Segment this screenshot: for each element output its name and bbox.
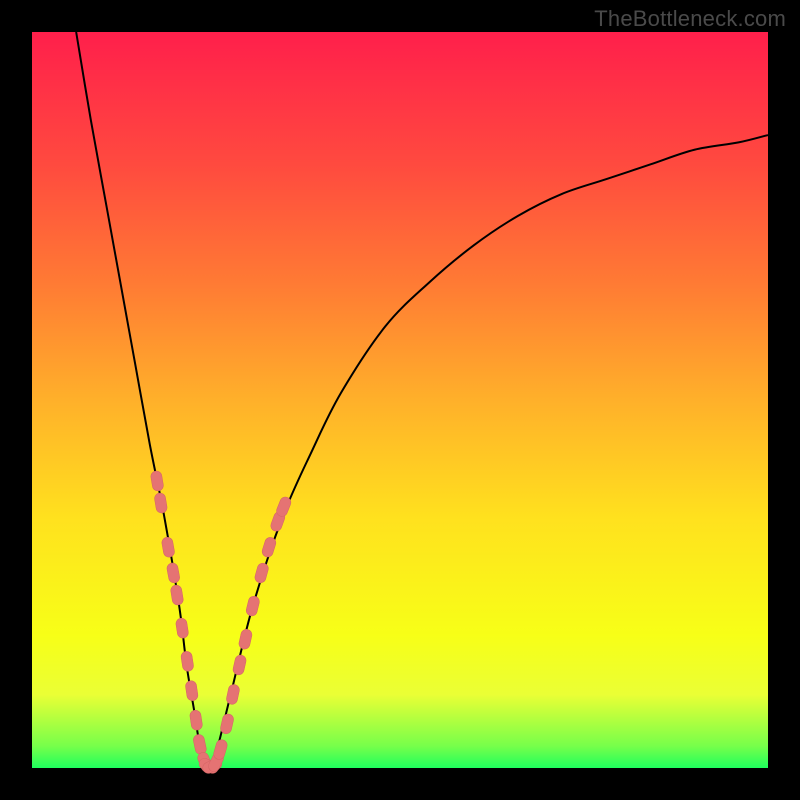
bottleneck-curve (76, 32, 768, 768)
curve-marker (219, 713, 234, 735)
curve-marker (150, 470, 164, 492)
curve-marker (254, 562, 270, 584)
curve-marker (170, 584, 184, 605)
curve-marker (261, 536, 277, 558)
curve-svg (32, 32, 768, 768)
curve-marker (175, 617, 189, 638)
curve-marker (180, 651, 194, 672)
curve-marker (245, 595, 260, 617)
curve-markers (150, 470, 292, 775)
curve-marker (185, 680, 199, 701)
curve-marker (189, 709, 203, 730)
curve-marker (166, 562, 180, 584)
curve-marker (154, 492, 168, 514)
watermark-text: TheBottleneck.com (594, 6, 786, 32)
curve-marker (232, 654, 247, 676)
curve-marker (225, 683, 240, 705)
plot-area (32, 32, 768, 768)
curve-marker (238, 628, 253, 650)
chart-frame: TheBottleneck.com (0, 0, 800, 800)
curve-marker (161, 536, 175, 558)
curve-marker (212, 738, 228, 760)
curve-marker (192, 734, 207, 756)
